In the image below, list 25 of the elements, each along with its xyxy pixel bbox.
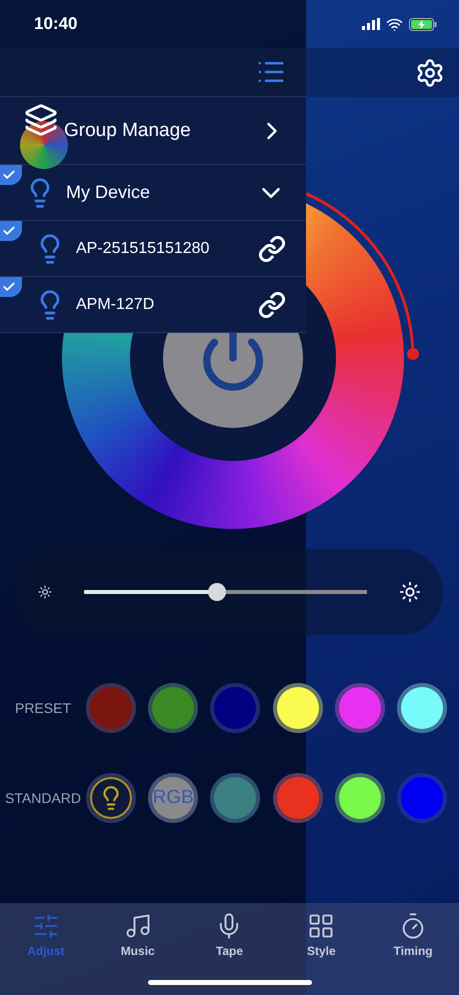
check-badge[interactable] bbox=[0, 165, 22, 185]
slider-thumb[interactable] bbox=[208, 583, 226, 601]
check-badge[interactable] bbox=[0, 277, 22, 297]
standard-label: STANDARD bbox=[4, 790, 82, 806]
bright-sun-icon bbox=[399, 581, 421, 603]
tab[interactable]: Tape bbox=[184, 911, 276, 959]
device-item[interactable]: APM-127D bbox=[0, 277, 306, 333]
link-icon[interactable] bbox=[258, 290, 286, 318]
battery-icon bbox=[409, 18, 437, 30]
status-time: 10:40 bbox=[34, 14, 78, 34]
link-icon[interactable] bbox=[258, 234, 286, 262]
music-note-icon bbox=[124, 912, 152, 940]
check-badge[interactable] bbox=[0, 221, 22, 241]
preset-label: PRESET bbox=[14, 700, 72, 716]
grid-icon bbox=[307, 912, 336, 940]
signal-icon bbox=[362, 18, 380, 30]
dim-sun-icon bbox=[38, 585, 52, 599]
tab[interactable]: Style bbox=[275, 911, 368, 959]
group-manage-item[interactable]: Group Manage bbox=[0, 97, 306, 165]
sliders-icon bbox=[32, 912, 60, 940]
settings-icon[interactable] bbox=[415, 58, 445, 88]
tab[interactable]: Music bbox=[92, 911, 184, 959]
device-group-item[interactable]: My Device bbox=[0, 165, 306, 221]
device-item[interactable]: AP-251515151280 bbox=[0, 221, 306, 277]
tab[interactable]: Timing bbox=[367, 911, 459, 959]
